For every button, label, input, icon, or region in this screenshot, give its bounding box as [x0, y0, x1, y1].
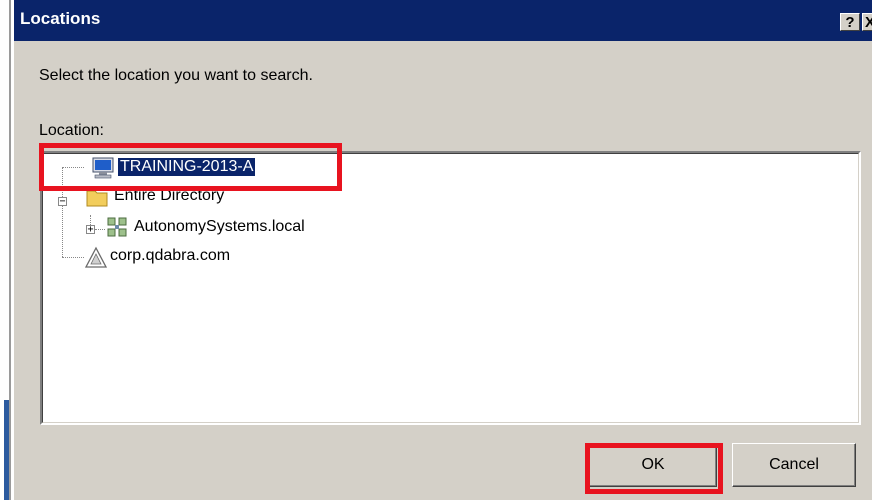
window-border	[9, 0, 11, 500]
collapse-icon[interactable]: −	[58, 197, 67, 207]
network-icon	[84, 246, 108, 275]
tree-connector	[95, 229, 105, 230]
title-bar[interactable]: Locations ? X	[14, 0, 872, 41]
tree-connector	[62, 203, 63, 257]
locations-dialog: Locations ? X Select the location you wa…	[14, 0, 872, 500]
location-label: Location:	[39, 122, 104, 139]
highlight-ok-button	[585, 443, 723, 494]
tree-item-label: AutonomySystems.local	[134, 218, 305, 235]
domain-icon	[106, 216, 128, 243]
help-button[interactable]: ?	[840, 13, 860, 31]
expand-icon[interactable]: +	[86, 225, 95, 235]
location-tree[interactable]: TRAINING-2013-A − Entire Directory + Aut…	[40, 151, 861, 425]
close-button[interactable]: X	[862, 13, 872, 31]
instruction-text: Select the location you want to search.	[39, 67, 313, 84]
taskbar-fragment	[4, 400, 9, 500]
cancel-button[interactable]: Cancel	[732, 443, 856, 487]
background-window-edge	[0, 0, 14, 500]
tree-connector	[62, 257, 84, 258]
tree-item-label: corp.qdabra.com	[110, 247, 231, 264]
dialog-title: Locations	[20, 9, 101, 28]
highlight-selected-location	[39, 143, 342, 191]
